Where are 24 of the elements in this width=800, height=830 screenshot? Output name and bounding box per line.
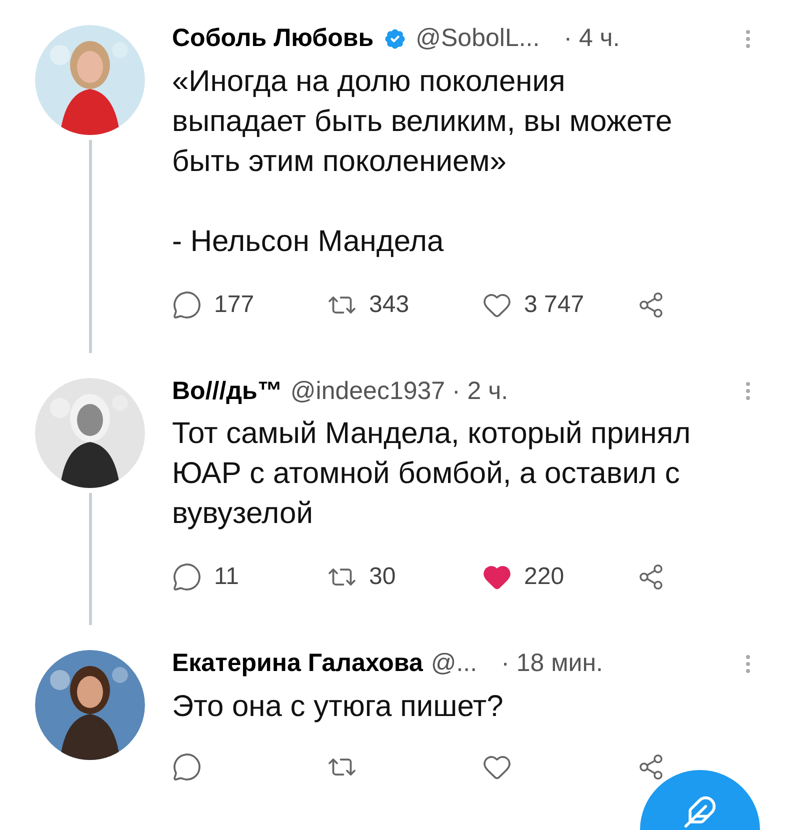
reply-icon[interactable] bbox=[172, 562, 202, 592]
reply-icon[interactable] bbox=[172, 290, 202, 320]
action-count: 220 bbox=[524, 562, 564, 592]
share-icon[interactable] bbox=[637, 563, 665, 591]
compose-icon bbox=[683, 795, 717, 829]
tweet-time: · 4 ч. bbox=[564, 23, 620, 54]
author-name[interactable]: Во///дь™ bbox=[172, 372, 282, 410]
author-handle: @SobolL... bbox=[416, 23, 540, 54]
author-name[interactable]: Соболь Любовь bbox=[172, 20, 374, 58]
tweet-text: Тот самый Мандела, который принял ЮАР с атомной бомбой, а оставил с вувузелой bbox=[172, 416, 692, 532]
tweet-text: Это она с утюга пишет? bbox=[172, 688, 504, 724]
action-count: 11 bbox=[214, 562, 239, 592]
author-name[interactable]: Екатерина Галахова bbox=[172, 645, 423, 682]
share-icon[interactable] bbox=[637, 290, 665, 318]
action-count: 177 bbox=[214, 290, 254, 320]
author-handle: @... bbox=[430, 648, 478, 679]
action-count: 343 bbox=[369, 290, 410, 320]
action-count: 3 747 bbox=[524, 290, 584, 320]
reply-icon[interactable] bbox=[172, 752, 202, 782]
tweet-text: «Иногда на долю поколения выпадает быть великим, вы можете быть этим поколением» - Нельсон Мандела bbox=[172, 64, 674, 260]
action-count: 30 bbox=[369, 562, 396, 592]
author-handle: @indeec1937 · 2 ч. bbox=[290, 376, 508, 406]
tweet-time: · 18 мин. bbox=[501, 648, 604, 679]
share-icon[interactable] bbox=[637, 752, 665, 780]
